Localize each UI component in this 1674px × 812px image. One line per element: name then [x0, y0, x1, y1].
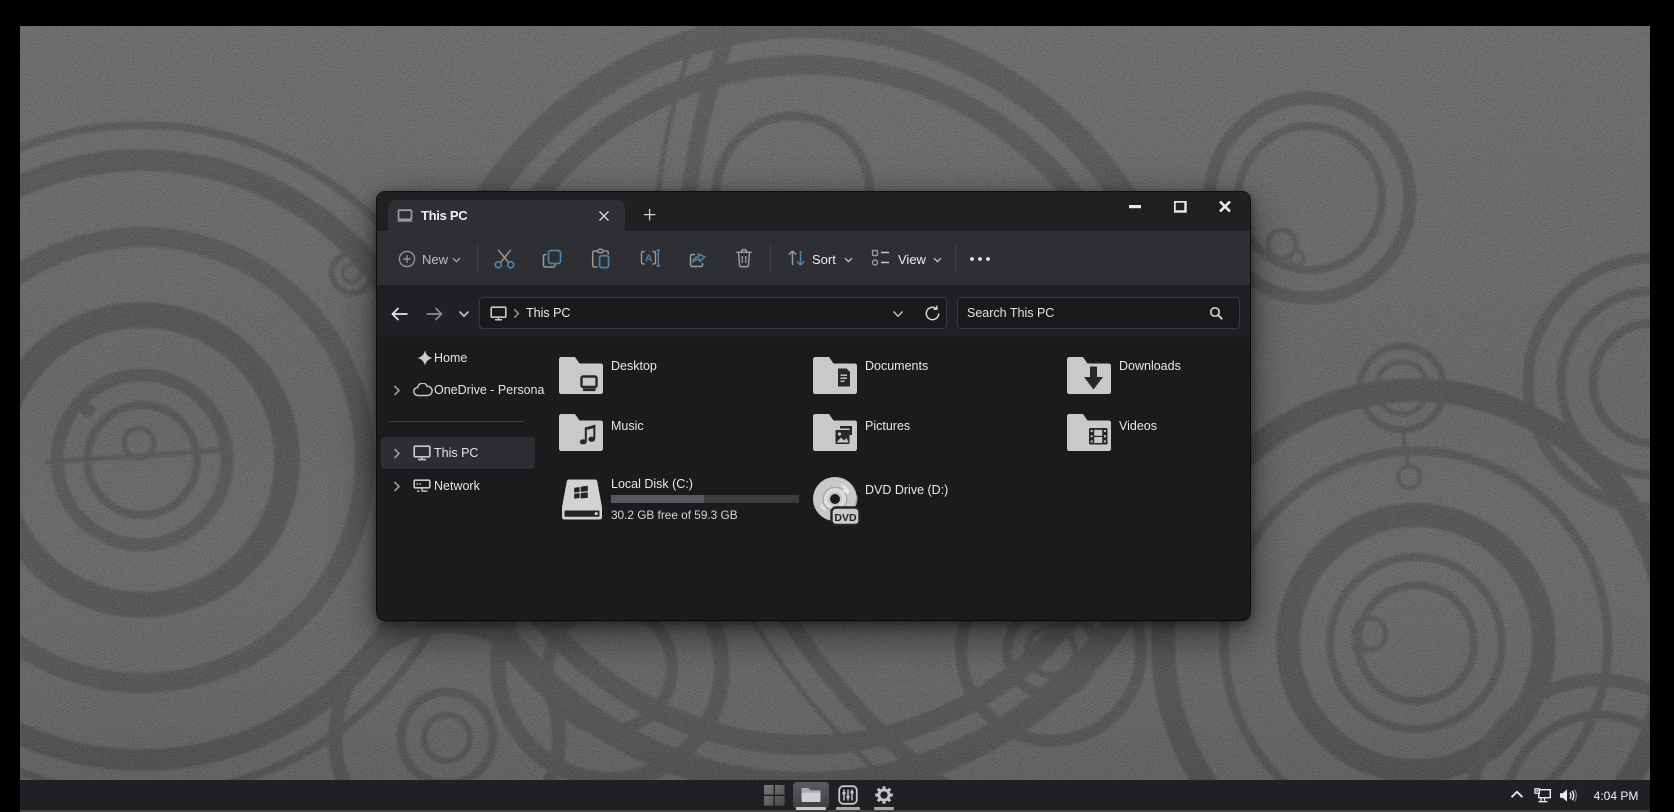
svg-text:A: A — [645, 253, 653, 265]
svg-text:DVD: DVD — [834, 512, 857, 524]
